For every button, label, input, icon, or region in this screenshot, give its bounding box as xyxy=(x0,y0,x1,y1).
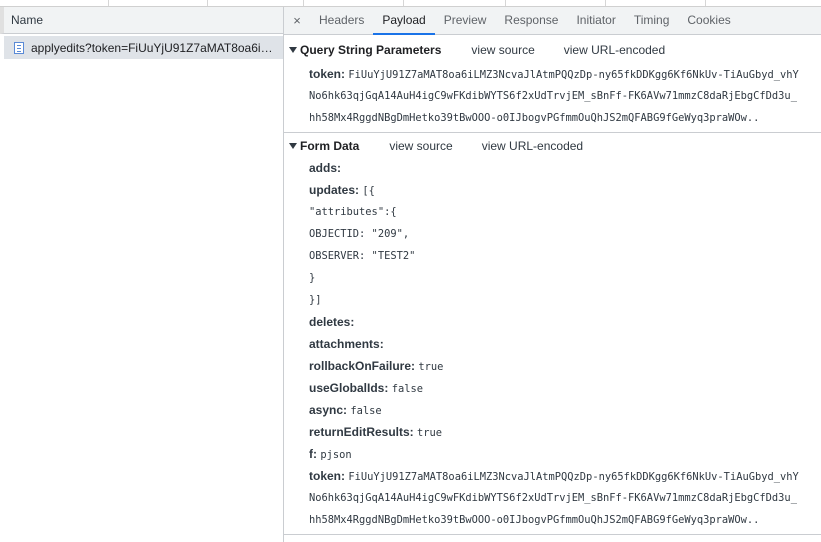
tab-cookies[interactable]: Cookies xyxy=(678,7,739,34)
form-adds-key: adds: xyxy=(309,161,342,175)
request-name: applyedits?token=FiUuYjU91Z7aMAT8oa6iL..… xyxy=(31,40,276,55)
form-async-row: async: false xyxy=(284,399,821,421)
form-useglobalids-row: useGlobalIds: false xyxy=(284,377,821,399)
request-list-panel: Name applyedits?token=FiUuYjU91Z7aMAT8oa… xyxy=(0,7,284,542)
form-deletes-row: deletes: xyxy=(284,311,821,333)
form-rollback-value: true xyxy=(418,361,444,373)
form-async-value: false xyxy=(350,405,382,417)
form-updates-key: updates: xyxy=(309,183,360,197)
form-data-title: Form Data xyxy=(300,139,360,153)
form-rollback-key: rollbackOnFailure: xyxy=(309,359,416,373)
tab-timing[interactable]: Timing xyxy=(625,7,679,34)
section-divider xyxy=(284,132,821,133)
form-updates-line-6: }] xyxy=(309,294,322,306)
form-adds-row: adds: xyxy=(284,157,821,179)
form-token-key: token: xyxy=(309,469,345,483)
tab-response[interactable]: Response xyxy=(495,7,567,34)
form-token-value-line-1: FiUuYjU91Z7aMAT8oa6iLMZ3NcvaJlAtmPQQzDp-… xyxy=(348,471,799,483)
tab-headers[interactable]: Headers xyxy=(310,7,373,34)
form-async-key: async: xyxy=(309,403,348,417)
form-deletes-key: deletes: xyxy=(309,315,355,329)
form-returneditresults-value: true xyxy=(417,427,443,439)
form-useglobalids-value: false xyxy=(391,383,423,395)
form-attachments-row: attachments: xyxy=(284,333,821,355)
query-token-row: token: FiUuYjU91Z7aMAT8oa6iLMZ3NcvaJlAtm… xyxy=(284,63,821,85)
tab-payload[interactable]: Payload xyxy=(373,7,436,35)
form-updates-line-4: OBSERVER: "TEST2" xyxy=(309,250,416,262)
query-view-url-encoded-link[interactable]: view URL-encoded xyxy=(564,43,665,57)
name-column-header[interactable]: Name xyxy=(0,7,283,34)
form-f-key: f: xyxy=(309,447,317,461)
tab-initiator[interactable]: Initiator xyxy=(567,7,624,34)
query-token-value-line-1: FiUuYjU91Z7aMAT8oa6iLMZ3NcvaJlAtmPQQzDp-… xyxy=(348,69,799,81)
form-token-row: token: FiUuYjU91Z7aMAT8oa6iLMZ3NcvaJlAtm… xyxy=(284,465,821,487)
query-string-title: Query String Parameters xyxy=(300,43,442,57)
details-tabbar: × Headers Payload Preview Response Initi… xyxy=(284,7,821,35)
form-updates-line-5: } xyxy=(309,272,316,284)
request-row-applyedits[interactable]: applyedits?token=FiUuYjU91Z7aMAT8oa6iL..… xyxy=(4,36,283,59)
form-token-value-line-2: No6hk63qjGqA14AuH4igC9wFKdibWYTS6f2xUdTr… xyxy=(309,492,797,504)
form-f-row: f: pjson xyxy=(284,443,821,465)
form-returneditresults-key: returnEditResults: xyxy=(309,425,414,439)
query-view-source-link[interactable]: view source xyxy=(471,43,534,57)
form-data-section-header[interactable]: Form Data view source view URL-encoded xyxy=(284,135,821,157)
form-token-value-line-3: hh58Mx4RggdNBgDmHetko39tBwOOO-o0IJbogvPG… xyxy=(309,514,760,526)
query-string-section-header[interactable]: Query String Parameters view source view… xyxy=(284,39,821,61)
expand-triangle-icon[interactable] xyxy=(289,47,297,53)
form-f-value: pjson xyxy=(320,449,352,461)
form-rollback-row: rollbackOnFailure: true xyxy=(284,355,821,377)
expand-triangle-icon[interactable] xyxy=(289,143,297,149)
form-updates-row: updates: [{ xyxy=(284,179,821,201)
query-token-key: token: xyxy=(309,67,345,81)
form-updates-line-1: [{ xyxy=(362,185,375,197)
section-divider-bottom xyxy=(284,534,821,535)
form-view-source-link[interactable]: view source xyxy=(389,139,452,153)
form-useglobalids-key: useGlobalIds: xyxy=(309,381,389,395)
name-column-label: Name xyxy=(11,13,44,27)
form-updates-line-3: OBJECTID: "209", xyxy=(309,228,410,240)
document-icon xyxy=(14,41,24,54)
query-token-value-line-2: No6hk63qjGqA14AuH4igC9wFKdibWYTS6f2xUdTr… xyxy=(309,90,797,102)
form-updates-line-2: "attributes":{ xyxy=(309,206,397,218)
top-ruler xyxy=(0,0,821,7)
form-returneditresults-row: returnEditResults: true xyxy=(284,421,821,443)
form-view-url-encoded-link[interactable]: view URL-encoded xyxy=(482,139,583,153)
close-icon[interactable]: × xyxy=(284,7,310,34)
query-token-value-line-3: hh58Mx4RggdNBgDmHetko39tBwOOO-o0IJbogvPG… xyxy=(309,112,760,124)
tab-preview[interactable]: Preview xyxy=(435,7,496,34)
request-details-panel: × Headers Payload Preview Response Initi… xyxy=(284,7,821,542)
form-attachments-key: attachments: xyxy=(309,337,384,351)
